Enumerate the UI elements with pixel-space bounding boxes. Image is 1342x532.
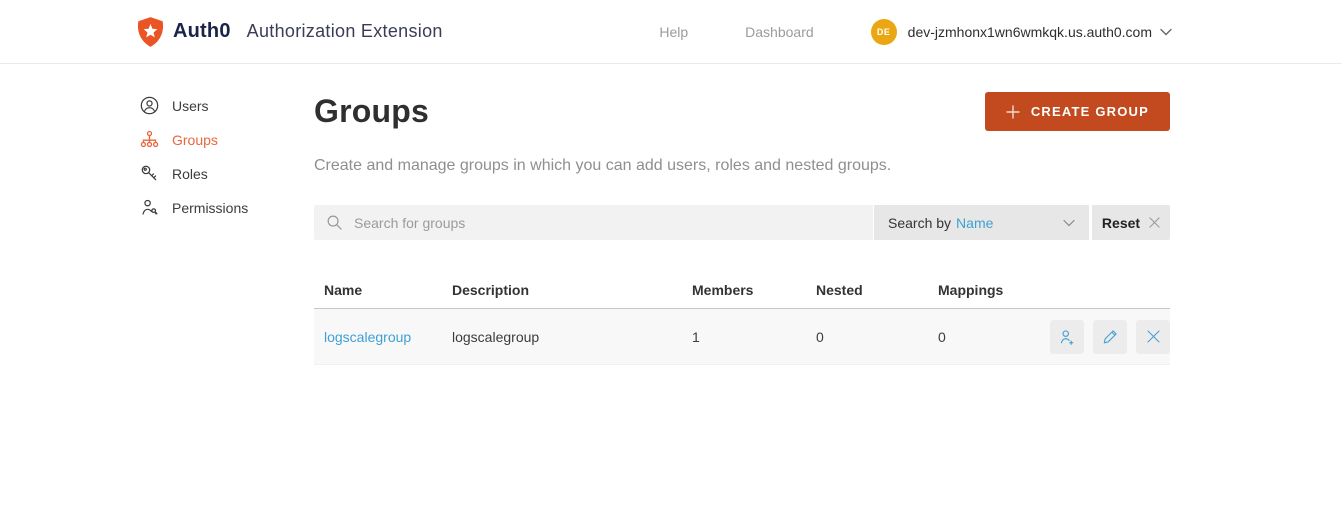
avatar[interactable]: DE [870, 18, 897, 45]
search-by-value: Name [956, 214, 994, 231]
create-group-label: CREATE GROUP [1030, 104, 1149, 119]
account-menu[interactable]: DE dev-jzmhonx1wn6wmkqk.us.auth0.com [870, 18, 1172, 45]
create-group-button[interactable]: CREATE GROUP [984, 92, 1170, 131]
edit-group-button[interactable] [1093, 319, 1127, 354]
search-by-dropdown[interactable]: Search by Name [874, 205, 1089, 240]
add-member-icon [1058, 328, 1076, 346]
reset-label: Reset [1101, 214, 1141, 231]
plus-icon [1006, 104, 1020, 119]
sidebar-item-groups[interactable]: Groups [140, 130, 305, 149]
sidebar-item-label: Users [172, 97, 209, 114]
delete-group-button[interactable] [1136, 319, 1170, 354]
user-key-icon [140, 198, 159, 217]
user-circle-icon [140, 96, 159, 115]
help-link[interactable]: Help [659, 24, 688, 40]
app-header: Auth0 Authorization Extension Help Dashb… [0, 0, 1342, 64]
org-chart-icon [140, 130, 159, 149]
reset-button[interactable]: Reset [1092, 205, 1170, 240]
search-input[interactable] [352, 213, 861, 232]
search-icon [326, 214, 343, 231]
group-mappings-cell: 0 [938, 328, 946, 345]
row-actions [1048, 319, 1170, 354]
keys-icon [140, 164, 159, 183]
sidebar-item-roles[interactable]: Roles [140, 164, 305, 183]
sidebar-item-label: Groups [172, 131, 218, 148]
sidebar-item-users[interactable]: Users [140, 96, 305, 115]
sidebar-item-permissions[interactable]: Permissions [140, 198, 305, 217]
column-header-description: Description [452, 282, 530, 298]
column-header-members: Members [692, 282, 754, 298]
search-input-wrap [314, 205, 873, 240]
sidebar: Users Groups Roles Permissions [140, 96, 305, 232]
search-bar: Search by Name Reset [314, 205, 1170, 240]
delete-icon [1145, 328, 1162, 345]
brand: Auth0 Authorization Extension [137, 16, 443, 47]
search-by-label: Search by [888, 214, 952, 231]
group-name-link[interactable]: logscalegroup [324, 329, 411, 345]
close-icon [1149, 217, 1160, 228]
sidebar-item-label: Roles [172, 165, 208, 182]
page-description: Create and manage groups in which you ca… [314, 157, 892, 174]
group-nested-cell: 0 [816, 328, 824, 345]
auth0-logo-icon [137, 16, 164, 47]
group-members-cell: 1 [692, 328, 700, 345]
main-content: Groups CREATE GROUP Create and manage gr… [314, 64, 1170, 365]
group-description-cell: logscalegroup [452, 328, 540, 345]
tenant-name: dev-jzmhonx1wn6wmkqk.us.auth0.com [907, 23, 1152, 40]
column-header-mappings: Mappings [938, 282, 1004, 298]
edit-icon [1102, 328, 1119, 345]
sidebar-item-label: Permissions [172, 199, 249, 216]
table-row: logscalegroup logscalegroup 1 0 0 [314, 309, 1170, 365]
dashboard-link[interactable]: Dashboard [745, 24, 814, 40]
app-title: Authorization Extension [246, 21, 443, 41]
brand-name: Auth0 [173, 20, 231, 42]
header-nav: Help Dashboard DE dev-jzmhonx1wn6wmkqk.u… [659, 18, 1172, 45]
add-member-button[interactable] [1050, 319, 1084, 354]
column-header-name: Name [324, 282, 363, 298]
chevron-down-icon [1160, 28, 1172, 36]
page-title: Groups [314, 93, 429, 129]
chevron-down-icon [1063, 219, 1075, 227]
groups-table: Name Description Members Nested Mappings… [314, 272, 1170, 365]
table-header: Name Description Members Nested Mappings [314, 272, 1170, 309]
column-header-nested: Nested [816, 282, 863, 298]
